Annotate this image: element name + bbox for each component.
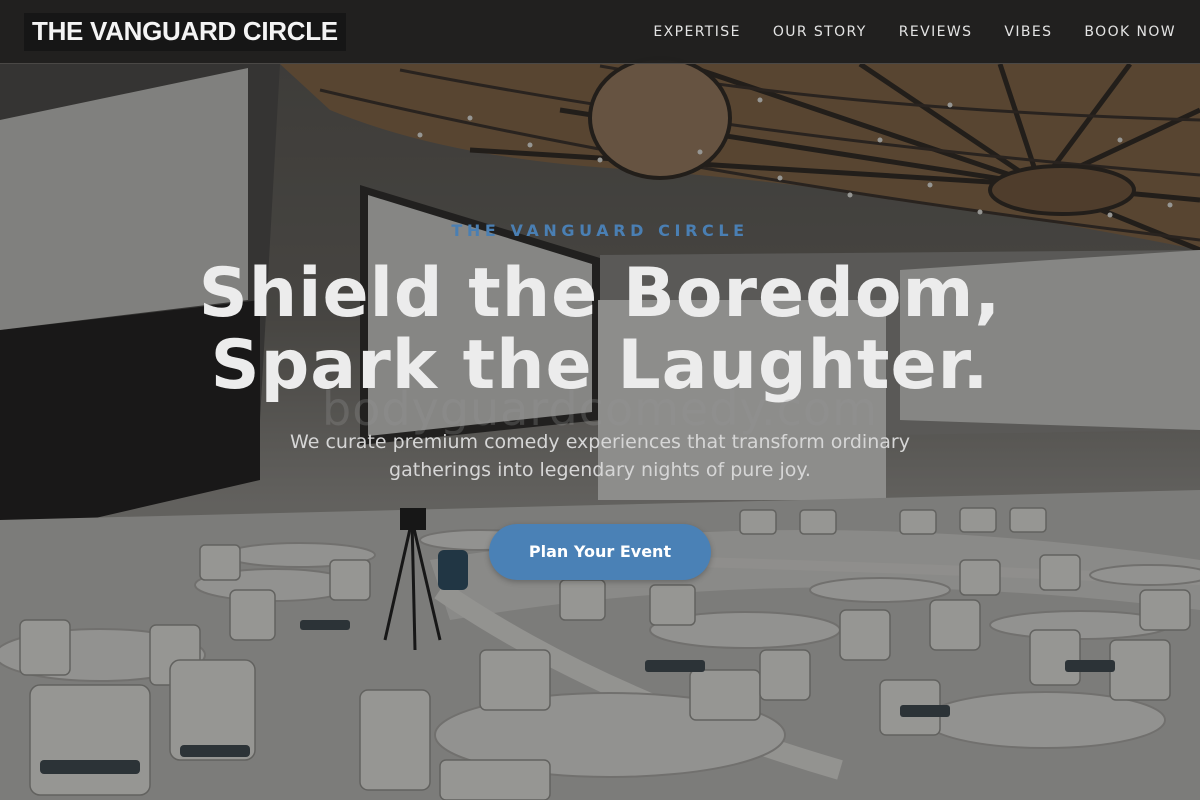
nav-link-vibes[interactable]: VIBES — [988, 24, 1068, 40]
nav-link-book-now[interactable]: BOOK NOW — [1068, 24, 1176, 40]
nav-link-reviews[interactable]: REVIEWS — [883, 24, 989, 40]
hero-eyebrow: THE VANGUARD CIRCLE — [451, 221, 749, 240]
hero-subtext: We curate premium comedy experiences tha… — [290, 431, 910, 481]
top-navbar: THE VANGUARD CIRCLE EXPERTISE OUR STORY … — [0, 0, 1200, 64]
plan-event-button[interactable]: Plan Your Event — [489, 524, 711, 580]
nav-link-expertise[interactable]: EXPERTISE — [637, 24, 756, 40]
hero-section: THE VANGUARD CIRCLE Shield the Boredom, … — [0, 64, 1200, 800]
headline-line-1: Shield the Boredom, — [198, 254, 1002, 333]
brand-logo[interactable]: THE VANGUARD CIRCLE — [24, 12, 346, 51]
hero-headline: Shield the Boredom, Spark the Laughter. — [0, 258, 1200, 402]
nav-link-our-story[interactable]: OUR STORY — [757, 24, 883, 40]
nav-links: EXPERTISE OUR STORY REVIEWS VIBES BOOK N… — [637, 24, 1176, 40]
